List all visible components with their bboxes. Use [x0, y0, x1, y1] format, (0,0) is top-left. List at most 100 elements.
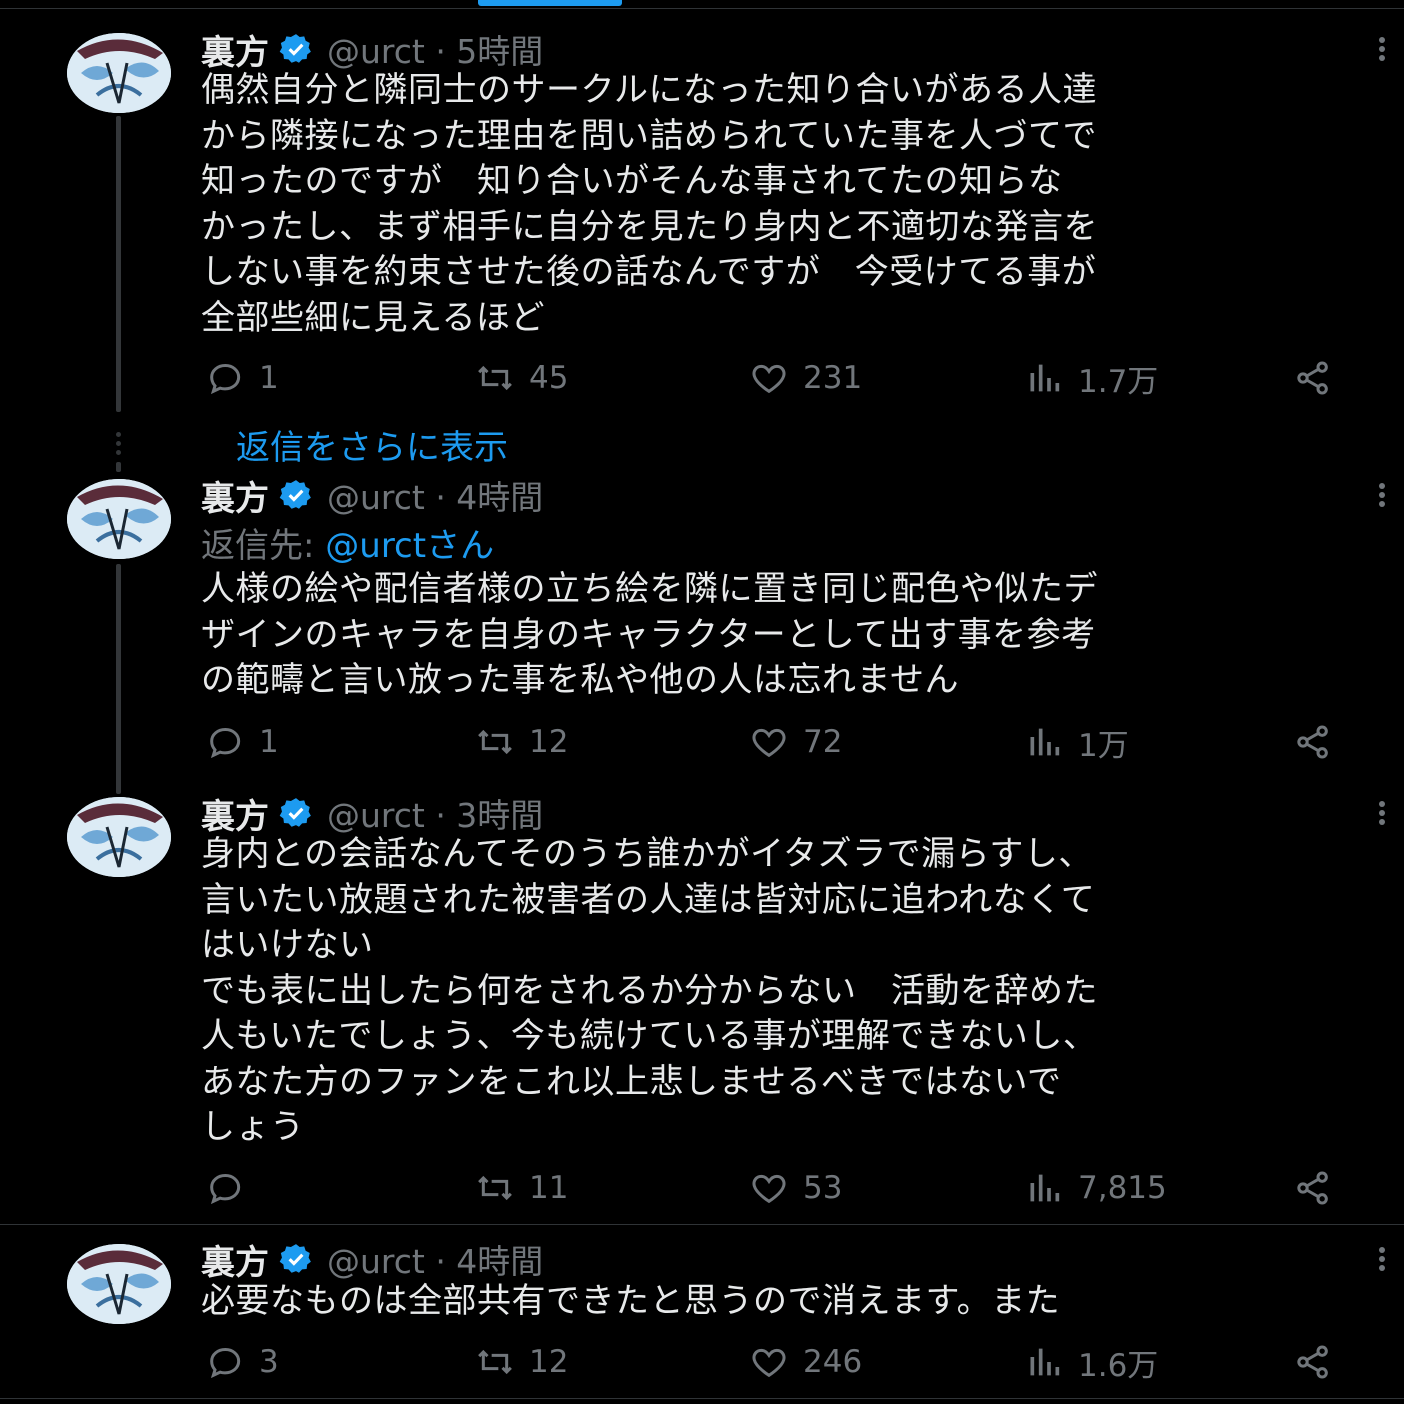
reply-icon: [210, 727, 241, 759]
thread-gap-dots: [116, 428, 122, 459]
avatar[interactable]: [67, 479, 171, 559]
display-name[interactable]: 裏方: [201, 1235, 269, 1284]
retweet-button[interactable]: 12: [475, 722, 568, 762]
tweet-header: 裏方 @urct · 4時間: [201, 471, 543, 520]
reply-button[interactable]: 3: [205, 1342, 279, 1382]
reply-to-link[interactable]: @urctさん: [325, 526, 494, 566]
share-button[interactable]: [1293, 1342, 1333, 1382]
avatar-image: [67, 479, 171, 559]
share-icon: [1297, 361, 1328, 395]
tweet-header: 裏方 @urct · 3時間: [201, 789, 543, 838]
reply-button[interactable]: 1: [205, 358, 279, 398]
verified-badge-icon: [279, 1244, 311, 1273]
share-button[interactable]: [1293, 358, 1333, 398]
like-button[interactable]: 53: [749, 1168, 842, 1208]
views-chart-icon: [1030, 728, 1060, 756]
tweet-text: 必要なものは全部共有できたと思うので消えます。また: [201, 1281, 1061, 1321]
tweet-divider: [0, 1224, 1404, 1225]
thread-line: [116, 462, 121, 472]
reply-to-prefix: 返信先:: [201, 526, 326, 566]
retweet-count: 12: [529, 724, 569, 760]
display-name[interactable]: 裏方: [201, 789, 269, 838]
views-chart-icon: [1030, 364, 1060, 392]
show-more-replies-link[interactable]: 返信をさらに表示: [236, 420, 508, 469]
views-chart-icon: [1030, 1348, 1060, 1376]
display-name[interactable]: 裏方: [201, 471, 269, 520]
avatar[interactable]: [67, 797, 171, 877]
reply-button[interactable]: [205, 1168, 259, 1208]
views-count: 7,815: [1078, 1170, 1167, 1206]
like-button[interactable]: 231: [749, 358, 862, 398]
more-options-icon[interactable]: [1372, 798, 1392, 834]
tweet-actions: 3 12 246 1.6万: [0, 1342, 1404, 1384]
reply-count: 3: [259, 1344, 279, 1380]
more-options-icon[interactable]: [1372, 1244, 1392, 1280]
views-count: 1.7万: [1078, 363, 1159, 400]
avatar-image: [67, 797, 171, 877]
tweet-text: 人様の絵や配信者様の立ち絵を隣に置き同じ配色や似たデ ザインのキャラを自身のキャ…: [201, 569, 1098, 700]
retweet-count: 12: [529, 1344, 569, 1380]
retweet-icon: [478, 1349, 512, 1375]
like-button[interactable]: 72: [749, 722, 842, 762]
more-options-icon[interactable]: [1372, 480, 1392, 516]
verified-badge-icon: [279, 34, 311, 63]
reply-count: 1: [259, 724, 279, 760]
retweet-count: 45: [529, 360, 569, 396]
views-button[interactable]: 1.7万: [1024, 358, 1159, 400]
share-icon: [1297, 1171, 1328, 1205]
retweet-count: 11: [529, 1170, 569, 1206]
handle-and-time[interactable]: @urct · 4時間: [327, 1235, 543, 1283]
handle-and-time[interactable]: @urct · 4時間: [327, 471, 543, 519]
reply-icon: [210, 1173, 241, 1205]
like-button[interactable]: 246: [749, 1342, 862, 1382]
avatar-image: [67, 1244, 171, 1324]
share-button[interactable]: [1293, 1168, 1333, 1208]
reply-icon: [210, 363, 241, 395]
tweet-actions: 1 45 231 1.7万: [0, 358, 1404, 400]
avatar[interactable]: [67, 1244, 171, 1324]
tweet-actions: 1 12 72 1万: [0, 722, 1404, 764]
like-count: 72: [803, 724, 843, 760]
like-count: 246: [803, 1344, 863, 1380]
views-button[interactable]: 7,815: [1024, 1168, 1167, 1208]
share-icon: [1297, 1345, 1328, 1379]
avatar[interactable]: [67, 33, 171, 113]
reply-button[interactable]: 1: [205, 722, 279, 762]
like-count: 53: [803, 1170, 843, 1206]
top-tab-border: [0, 0, 1404, 9]
heart-icon: [752, 364, 786, 394]
avatar-image: [67, 33, 171, 113]
reply-count: 1: [259, 360, 279, 396]
reply-to-line: 返信先: @urctさん: [201, 518, 494, 567]
like-count: 231: [803, 360, 863, 396]
handle-and-time[interactable]: @urct · 5時間: [327, 25, 543, 73]
tweet-text: 偶然自分と隣同士のサークルになった知り合いがある人達 から隣接になった理由を問い…: [201, 70, 1098, 338]
heart-icon: [752, 1174, 786, 1204]
more-options-icon[interactable]: [1372, 34, 1392, 70]
views-button[interactable]: 1万: [1024, 722, 1129, 764]
retweet-icon: [478, 365, 512, 391]
verified-badge-icon: [279, 798, 311, 827]
active-tab-indicator: [478, 0, 622, 6]
handle-and-time[interactable]: @urct · 3時間: [327, 789, 543, 837]
tweet-divider: [0, 1398, 1404, 1399]
share-icon: [1297, 725, 1328, 759]
views-chart-icon: [1030, 1174, 1060, 1202]
share-button[interactable]: [1293, 722, 1333, 762]
heart-icon: [752, 728, 786, 758]
retweet-icon: [478, 729, 512, 755]
tweet-header: 裏方 @urct · 4時間: [201, 1235, 543, 1284]
verified-badge-icon: [279, 480, 311, 509]
tweet-header: 裏方 @urct · 5時間: [201, 25, 543, 74]
retweet-button[interactable]: 11: [475, 1168, 568, 1208]
views-count: 1.6万: [1078, 1347, 1159, 1384]
views-count: 1万: [1078, 727, 1129, 764]
display-name[interactable]: 裏方: [201, 25, 269, 74]
tweet-text: 身内との会話なんてそのうち誰かがイタズラで漏らすし、 言いたい放題された被害者の…: [201, 834, 1098, 1147]
views-button[interactable]: 1.6万: [1024, 1342, 1159, 1384]
retweet-button[interactable]: 45: [475, 358, 568, 398]
tweet-actions: 11 53 7,815: [0, 1168, 1404, 1208]
retweet-button[interactable]: 12: [475, 1342, 568, 1382]
reply-icon: [210, 1347, 241, 1379]
heart-icon: [752, 1348, 786, 1378]
